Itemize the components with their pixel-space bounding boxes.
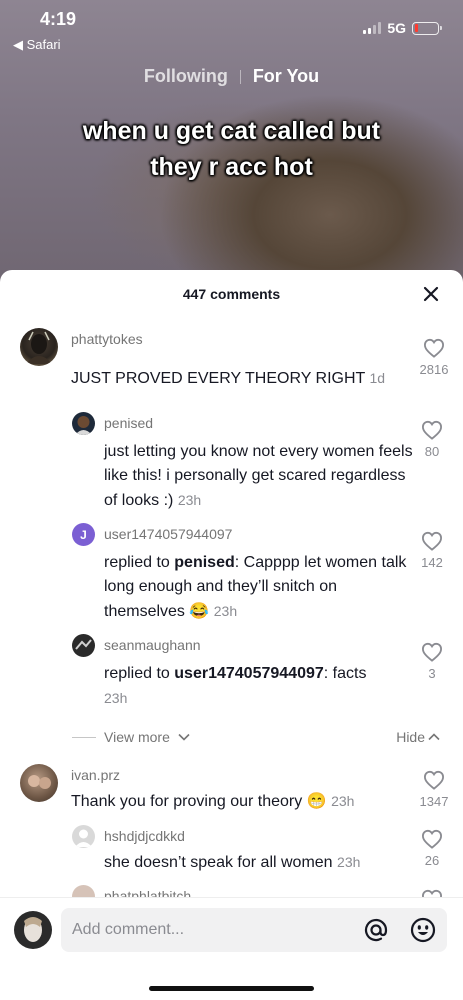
like-button[interactable]: 142 (412, 531, 452, 570)
status-indicators: 5G (363, 20, 442, 36)
reply-item: hshdjdjcdkkd she doesn’t speak for all w… (0, 825, 463, 885)
reply-text: she doesn’t speak for all women 23h (104, 850, 414, 875)
comment-item: phattytokes JUST PROVED EVERY THEORY RIG… (0, 328, 463, 398)
reply-time: 23h (213, 603, 238, 619)
comment-time: 23h (331, 793, 355, 809)
heart-icon (423, 338, 445, 358)
like-button[interactable]: 26 (412, 829, 452, 868)
heart-icon (421, 531, 443, 551)
comment-body: Thank you for proving our theory 😁 (71, 793, 327, 810)
reply-text: just letting you know not every women fe… (104, 440, 414, 513)
like-count: 2816 (419, 362, 449, 377)
divider-line (72, 736, 96, 738)
my-avatar[interactable] (14, 911, 52, 949)
heart-icon (421, 420, 443, 440)
avatar-image (24, 917, 42, 942)
avatar-image (26, 331, 52, 364)
avatar[interactable] (20, 764, 58, 802)
reply-text: replied to penised: Capppp let women tal… (104, 551, 414, 624)
reply-item: seanmaughann replied to user147405794409… (0, 634, 463, 714)
avatar[interactable] (72, 825, 95, 848)
hide-label: Hide (396, 729, 425, 745)
hide-replies-button[interactable]: Hide (396, 729, 440, 745)
comment-username[interactable]: ivan.prz (71, 767, 120, 783)
avatar-image (75, 639, 92, 650)
like-button[interactable]: 80 (412, 420, 452, 459)
video-caption: when u get cat called but they r acc hot (20, 113, 443, 185)
comment-time: 1d (369, 370, 386, 386)
view-more-label: View more (104, 729, 170, 745)
home-indicator (149, 986, 314, 991)
comments-sheet: 447 comments phattytokes JUST PROVED EVE… (0, 270, 463, 1000)
reply-time: 23h (104, 690, 128, 706)
chevron-up-icon (428, 733, 440, 741)
comment-text: Thank you for proving our theory 😁 23h (71, 789, 401, 814)
like-count: 26 (424, 853, 440, 868)
avatar[interactable] (72, 634, 95, 657)
comment-composer (0, 897, 463, 1000)
comments-count-title: 447 comments (182, 286, 281, 302)
comments-header: 447 comments (0, 270, 463, 318)
reply-body: : facts (323, 665, 367, 682)
like-button[interactable]: 3 (412, 642, 452, 681)
chevron-down-icon (178, 733, 190, 741)
reply-time: 23h (337, 854, 361, 870)
like-count: 3 (428, 666, 436, 681)
feed-tabs: Following For You (0, 66, 463, 87)
like-count: 142 (421, 555, 443, 570)
comment-input[interactable] (72, 908, 352, 952)
mention-button[interactable] (363, 917, 389, 943)
network-label: 5G (387, 20, 406, 36)
heart-icon (421, 829, 443, 849)
reply-mention[interactable]: user1474057944097 (174, 665, 323, 682)
close-button[interactable] (419, 282, 443, 306)
reply-prefix: replied to (104, 554, 170, 571)
comment-input-wrapper (61, 908, 447, 952)
reply-text: replied to user1474057944097: facts 23h (104, 662, 414, 711)
video-player[interactable]: 4:19 ◀ Safari 5G Following For You when … (0, 0, 463, 300)
tab-for-you[interactable]: For You (241, 66, 331, 87)
avatar-image (28, 775, 51, 789)
avatar-image (75, 416, 92, 435)
close-icon (423, 286, 439, 302)
default-avatar-icon (75, 829, 92, 847)
signal-icon (363, 22, 382, 34)
status-time: 4:19 (40, 9, 77, 29)
comment-text: JUST PROVED EVERY THEORY RIGHT 1d (71, 366, 401, 391)
at-icon (364, 918, 388, 942)
comment-body: JUST PROVED EVERY THEORY RIGHT (71, 370, 366, 387)
emoji-button[interactable] (410, 917, 436, 943)
avatar[interactable] (20, 328, 58, 366)
battery-icon (412, 21, 442, 35)
reply-username[interactable]: penised (104, 415, 153, 431)
reply-body: just letting you know not every women fe… (104, 443, 413, 509)
reply-username[interactable]: seanmaughann (104, 637, 201, 653)
avatar[interactable] (72, 412, 95, 435)
heart-icon (421, 642, 443, 662)
reply-username[interactable]: hshdjdjcdkkd (104, 828, 185, 844)
like-count: 80 (424, 444, 440, 459)
reply-mention[interactable]: penised (174, 554, 234, 571)
back-to-safari-link[interactable]: ◀ Safari (13, 37, 61, 53)
reply-body: she doesn’t speak for all women (104, 854, 333, 871)
comment-username[interactable]: phattytokes (71, 331, 143, 347)
emoji-icon (410, 917, 436, 943)
avatar-letter: J (80, 527, 87, 542)
comment-item: ivan.prz Thank you for proving our theor… (0, 764, 463, 824)
view-more-replies-button[interactable]: View more (72, 729, 190, 745)
reply-prefix: replied to (104, 665, 170, 682)
caption-line-1: when u get cat called but (82, 117, 381, 145)
reply-item: penised just letting you know not every … (0, 412, 463, 522)
like-button[interactable]: 1347 (414, 770, 454, 809)
like-button[interactable]: 2816 (414, 338, 454, 377)
reply-item: J user1474057944097 replied to penised: … (0, 523, 463, 633)
avatar[interactable]: J (72, 523, 95, 546)
like-count: 1347 (419, 794, 449, 809)
heart-icon (423, 770, 445, 790)
tab-following[interactable]: Following (132, 66, 240, 87)
reply-time: 23h (177, 492, 202, 508)
reply-username[interactable]: user1474057944097 (104, 526, 232, 542)
caption-line-2: they r acc hot (150, 153, 313, 181)
